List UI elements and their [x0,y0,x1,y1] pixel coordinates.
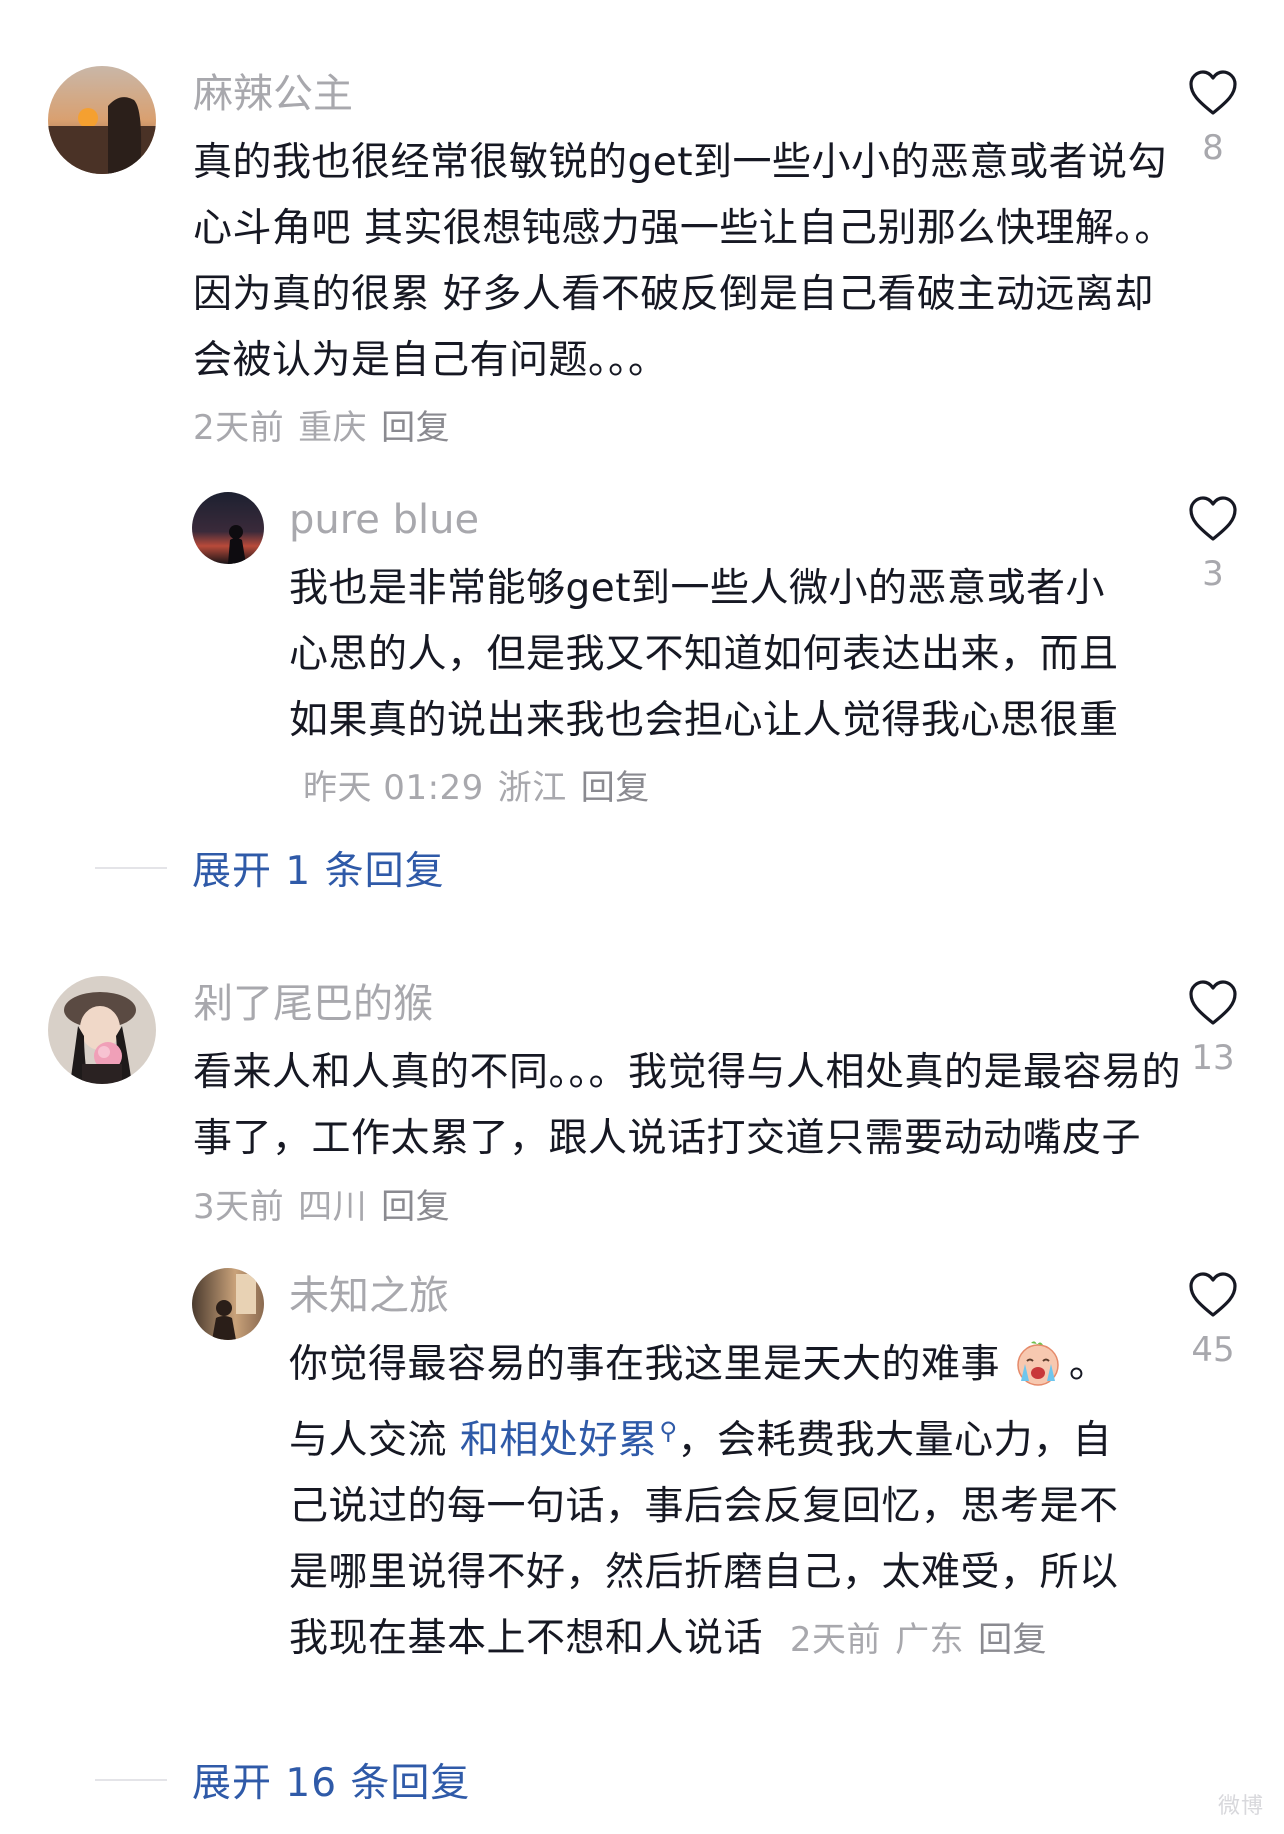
comment-time: 昨天 01:29 [303,768,484,808]
search-icon: ⚲ [659,1417,678,1445]
comment-text-content: 你觉得最容易的事在我这里是天大的难事 [289,1342,1001,1387]
avatar[interactable] [192,1268,264,1340]
comment-text-content: 真的我也很经常很敏锐的get到一些小小的恶意或者说勾心斗角吧 其实很想钝感力强一… [193,140,1174,383]
comment-meta: 昨天 01:29 浙江 回复 [289,768,650,808]
comment-time: 2天前 [789,1620,882,1660]
comment-text-content: 看来人和人真的不同。。。我觉得与人相处真的是最容易的事了，工作太累了，跟人说话打… [193,1050,1182,1161]
like-button[interactable]: 13 [1178,976,1248,1078]
reply-button[interactable]: 回复 [978,1620,1047,1660]
comment-location: 重庆 [298,408,368,448]
like-button[interactable]: 3 [1178,492,1248,594]
expand-replies-label[interactable]: 展开 1 条回复 [192,840,445,896]
comment-text-content: 我也是非常能够get到一些人微小的恶意或者小心思的人，但是我又不知道如何表达出来… [289,566,1119,743]
divider-line [95,1779,167,1781]
username[interactable]: 麻辣公主 [193,66,1183,122]
like-count: 8 [1202,128,1224,168]
expand-replies-button[interactable]: 展开 16 条回复 [95,1752,470,1808]
search-link-text[interactable]: 和相处好累 [460,1418,658,1463]
reply-button[interactable]: 回复 [381,1187,450,1227]
like-button[interactable]: 45 [1178,1268,1248,1370]
comment-location: 广东 [895,1620,965,1660]
comment-location: 浙江 [497,768,567,808]
avatar[interactable] [48,66,156,174]
reply-button[interactable]: 回复 [381,408,450,448]
comment-location: 四川 [298,1187,368,1227]
heart-icon [1189,1272,1237,1317]
username[interactable]: 未知之旅 [289,1268,1134,1324]
watermark: 微博 [1217,1794,1264,1819]
expand-replies-button[interactable]: 展开 1 条回复 [95,840,445,896]
like-button[interactable]: 8 [1178,66,1248,168]
comment-text: 我也是非常能够get到一些人微小的恶意或者小心思的人，但是我又不知道如何表达出来… [289,556,1134,821]
expand-replies-label[interactable]: 展开 16 条回复 [192,1752,470,1808]
like-count: 13 [1191,1038,1235,1078]
comment-time: 3天前 [193,1187,285,1227]
heart-icon [1189,980,1237,1025]
avatar[interactable] [192,492,264,564]
avatar[interactable] [48,976,156,1084]
heart-icon [1189,70,1237,115]
username[interactable]: 剁了尾巴的猴 [193,976,1183,1032]
comment-time: 2天前 [193,408,285,448]
like-count: 45 [1191,1330,1235,1370]
comment-text: 你觉得最容易的事在我这里是天大的难事 。与人交流 和相处好累⚲，会耗费我大量心力… [289,1332,1134,1673]
reply-button[interactable]: 回复 [581,768,650,808]
comment-text: 看来人和人真的不同。。。我觉得与人相处真的是最容易的事了，工作太累了，跟人说话打… [193,1040,1183,1240]
username[interactable]: pure blue [289,492,1134,548]
divider-line [95,867,167,869]
like-count: 3 [1202,554,1224,594]
heart-icon [1189,496,1237,541]
comment-text: 真的我也很经常很敏锐的get到一些小小的恶意或者说勾心斗角吧 其实很想钝感力强一… [193,130,1183,394]
comment-meta: 2天前 重庆 回复 [193,400,1183,449]
crying-face-emoji [1017,1341,1059,1386]
search-link[interactable]: 和相处好累⚲ [460,1417,678,1463]
comment-meta: 2天前 广东 回复 [776,1620,1047,1660]
